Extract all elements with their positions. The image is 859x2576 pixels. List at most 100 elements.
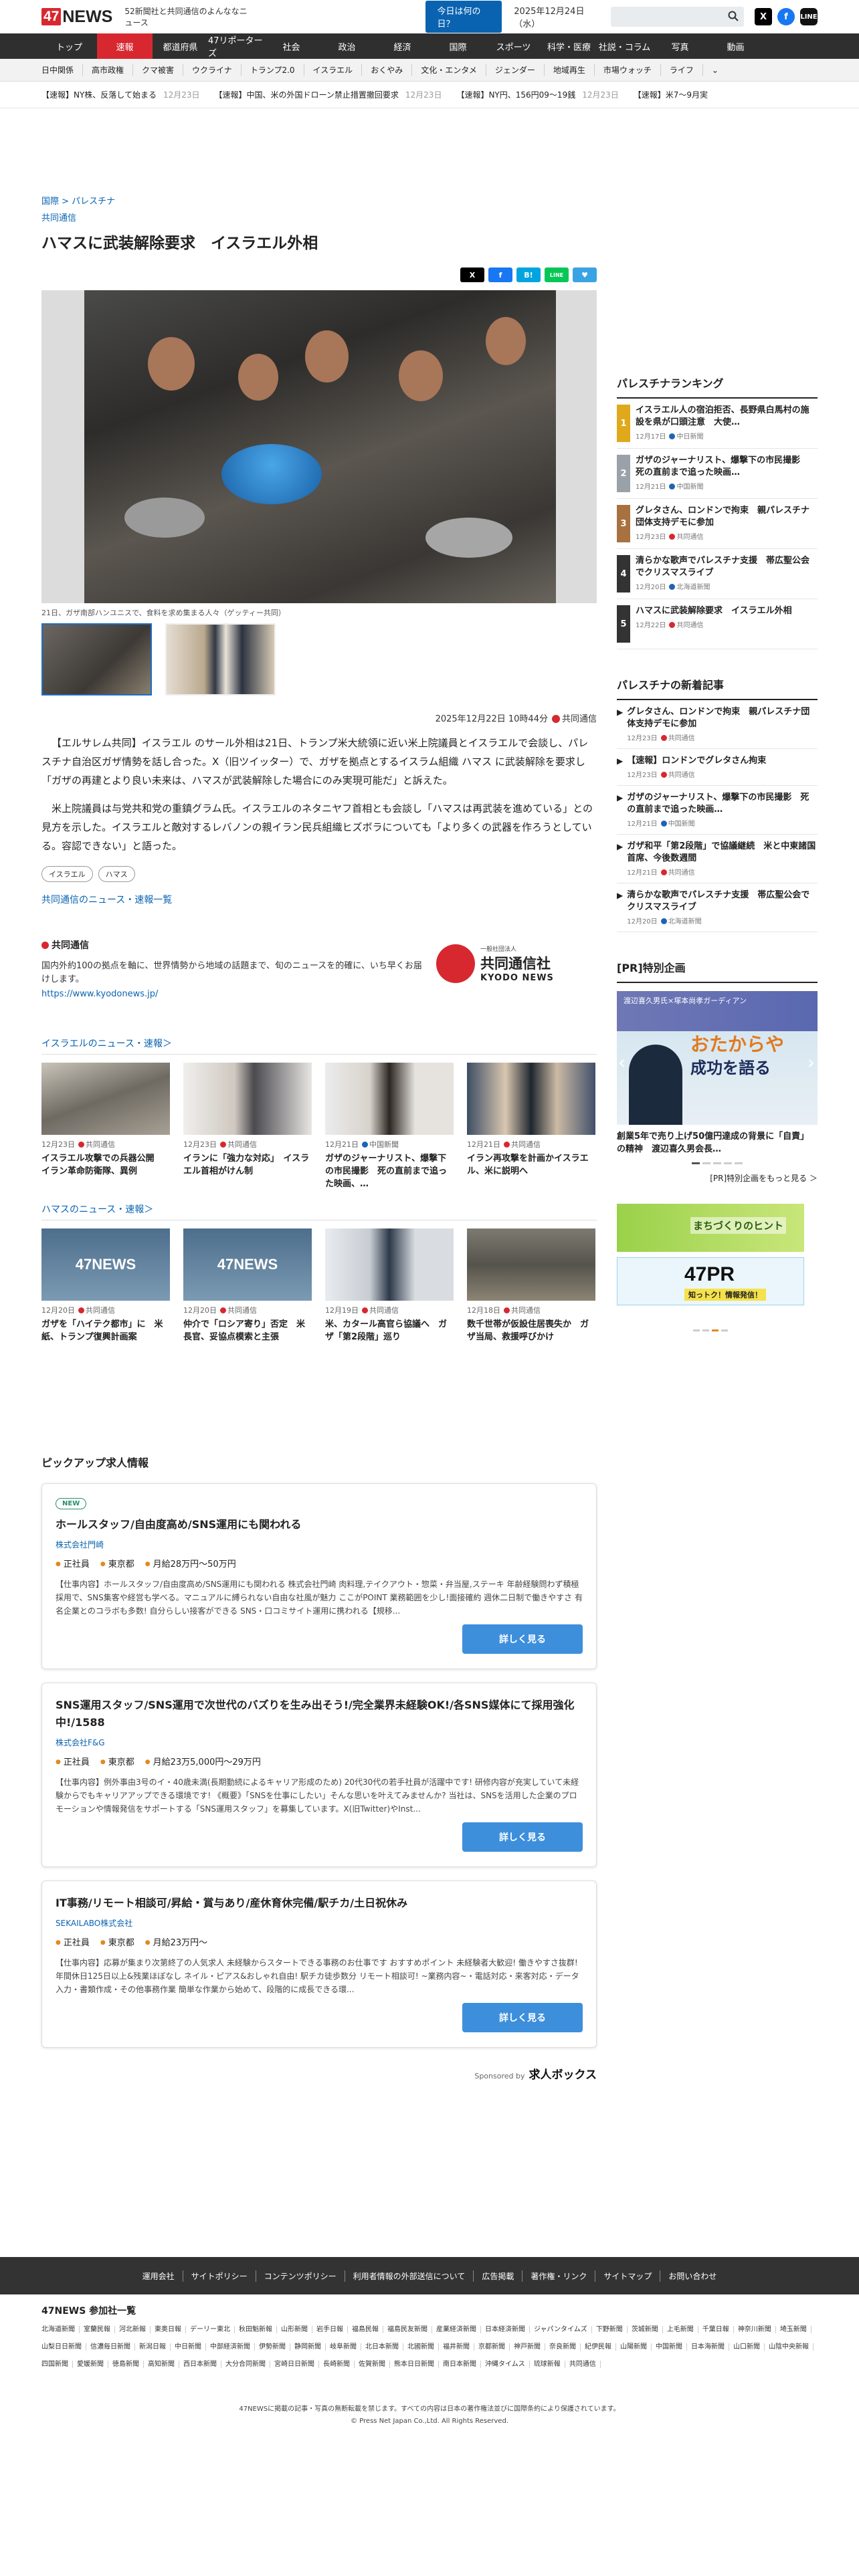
nav-item-politics[interactable]: 政治 [319, 33, 375, 59]
nav-item-photo[interactable]: 写真 [652, 33, 708, 59]
partner-link[interactable]: 埼玉新聞 [779, 2326, 812, 2333]
job-title[interactable]: SNS運用スタッフ/SNS運用で次世代のバズりを生み出そう!/完全業界未経験OK… [56, 1697, 583, 1731]
share-x-button[interactable]: X [460, 267, 484, 282]
nav-item-breaking[interactable]: 速報 [97, 33, 153, 59]
carousel-prev-icon[interactable]: ‹ [618, 1051, 626, 1073]
carousel-dot[interactable] [724, 1162, 732, 1164]
job-title[interactable]: ホールスタッフ/自由度高め/SNS運用にも関われる [56, 1516, 583, 1533]
thumbnail-1[interactable] [41, 623, 152, 695]
partner-link[interactable]: 神戸新聞 [514, 2343, 545, 2351]
partner-link[interactable]: 中国新聞 [656, 2343, 687, 2351]
job-detail-button[interactable]: 詳しく見る [462, 1822, 583, 1852]
today-button[interactable]: 今日は何の日？ [425, 1, 502, 33]
job-card[interactable]: IT事務/リモート相談可/昇給・賞与あり/産休育休完備/駅チカ/土日祝休み SE… [41, 1881, 597, 2048]
job-card[interactable]: NEW ホールスタッフ/自由度高め/SNS運用にも関われる 株式会社門崎 正社員… [41, 1483, 597, 1669]
partner-link[interactable]: 東奥日報 [155, 2326, 186, 2333]
nav-item-video[interactable]: 動画 [708, 33, 763, 59]
ranking-item[interactable]: 3 グレタさん、ロンドンで拘束 親パレスチナ団体支持デモに参加 12月23日 共同通… [617, 499, 818, 549]
partner-link[interactable]: 奈良新聞 [549, 2343, 581, 2351]
pr-carousel[interactable]: 渡辺喜久男氏×塚本尚孝ガーディアン おたからや 成功を語る ‹ › [617, 991, 818, 1125]
partner-link[interactable]: 南日本新聞 [443, 2361, 481, 2368]
partner-link[interactable]: 上毛新聞 [666, 2326, 698, 2333]
news-card[interactable]: 12月21日 中国新聞 ガザのジャーナリスト、爆撃下の市民撮影 死の直前まで追った… [325, 1063, 454, 1190]
topic-item[interactable]: ウクライナ [183, 64, 242, 76]
job-detail-button[interactable]: 詳しく見る [462, 2003, 583, 2032]
partner-link[interactable]: 高知新聞 [148, 2361, 179, 2368]
partner-link[interactable]: 琉球新報 [533, 2361, 565, 2368]
carousel-dot[interactable] [721, 1329, 728, 1331]
partner-link[interactable]: 福井新聞 [443, 2343, 474, 2351]
topic-item[interactable]: イスラエル [304, 64, 363, 76]
partner-link[interactable]: 山口新聞 [733, 2343, 765, 2351]
job-company[interactable]: 株式会社門崎 [56, 1539, 583, 1550]
nav-item-prefectures[interactable]: 都道府県 [153, 33, 208, 59]
partner-link[interactable]: 岩手日報 [316, 2326, 348, 2333]
nav-item-editorial[interactable]: 社説・コラム [597, 33, 652, 59]
topic-item[interactable]: ジェンダー [486, 64, 545, 76]
carousel-dot[interactable] [702, 1162, 710, 1164]
partner-link[interactable]: 信濃毎日新聞 [90, 2343, 135, 2351]
partner-link[interactable]: 山梨日日新聞 [41, 2343, 86, 2351]
partner-link[interactable]: 愛媛新聞 [77, 2361, 108, 2368]
footer-link[interactable]: サイトマップ [595, 2270, 660, 2282]
news-card[interactable]: 12月19日 共同通信 米、カタール高官ら協議へ ガザ「第2段階」巡り [325, 1228, 454, 1356]
news-card[interactable]: 47 NEWS 12月20日 共同通信 ガザを「ハイテク都市」に 米紙、トランプ復興… [41, 1228, 170, 1356]
partner-link[interactable]: 山陽新聞 [620, 2343, 652, 2351]
breadcrumb[interactable]: 国際 > パレスチナ [41, 194, 597, 207]
pr-article-title[interactable]: 創業5年で売り上げ50億円達成の背景に「自責」の精神 渡辺喜久男会長… [617, 1130, 818, 1156]
ranking-item[interactable]: 1 イスラエル人の宿泊拒否、長野県白馬村の施設を県が口頭注意 大使… 12月17日… [617, 399, 818, 449]
footer-link[interactable]: コンテンツポリシー [255, 2270, 345, 2282]
pr-more-link[interactable]: [PR]特別企画をもっと見る ＞ [617, 1172, 818, 1184]
partner-link[interactable]: 長崎新聞 [323, 2361, 355, 2368]
provider-url[interactable]: https://www.kyodonews.jp/ [41, 989, 423, 999]
job-detail-button[interactable]: 詳しく見る [462, 1624, 583, 1654]
latest-item[interactable]: ▶ グレタさん、ロンドンで拘束 親パレスチナ団体支持デモに参加 12月23日 共同通… [617, 700, 818, 749]
thumbnail-2[interactable] [165, 623, 276, 695]
ticker-item[interactable]: 【速報】中国、米の外国ドローン禁止措置撤回要求 12月23日 [215, 89, 442, 100]
chevron-down-icon[interactable]: ⌄ [703, 66, 727, 75]
news-card[interactable]: 47 NEWS 12月20日 共同通信 仲介で「ロシア寄り」否定 米長官、妥協点模索… [183, 1228, 312, 1356]
partner-link[interactable]: 岐阜新聞 [330, 2343, 361, 2351]
ticker-item[interactable]: 【速報】NY円、156円09〜19銭 12月23日 [456, 89, 618, 100]
carousel-next-icon[interactable]: › [807, 1051, 815, 1073]
topic-item[interactable]: 日中関係 [41, 64, 84, 76]
partner-link[interactable]: 宮崎日日新聞 [274, 2361, 319, 2368]
footer-link[interactable]: 利用者情報の外部送信について [344, 2270, 474, 2282]
topic-item[interactable]: ライフ [661, 64, 703, 76]
footer-link[interactable]: サイトポリシー [182, 2270, 256, 2282]
partner-link[interactable]: 産業経済新聞 [436, 2326, 481, 2333]
partner-link[interactable]: 日本経済新聞 [485, 2326, 530, 2333]
ticker-item[interactable]: 【速報】米7〜9月実 [634, 89, 714, 100]
ad-banner-machizukuri[interactable]: まちづくりのヒント [617, 1204, 804, 1252]
search-input[interactable] [611, 7, 744, 27]
x-icon[interactable]: X [755, 8, 772, 25]
partner-link[interactable]: 共同通信 [569, 2361, 601, 2368]
job-company[interactable]: 株式会社F&G [56, 1737, 583, 1748]
partner-link[interactable]: 紀伊民報 [585, 2343, 616, 2351]
partner-link[interactable]: 下野新聞 [595, 2326, 628, 2333]
partner-link[interactable]: 北海道新聞 [41, 2326, 80, 2333]
latest-item[interactable]: ▶ ガザ和平「第2段階」で協議継続 米と中東諸国首席、今後数週間 12月21日 共同… [617, 835, 818, 883]
news-card[interactable]: 12月18日 共同通信 数千世帯が仮設住居喪失か ガザ当局、救援呼びかけ [467, 1228, 595, 1356]
ad-banner-47pr[interactable]: 47PR 知っトク！情報発信！ [617, 1257, 804, 1305]
partner-link[interactable]: 北國新聞 [407, 2343, 439, 2351]
topic-item[interactable]: 市場ウォッチ [595, 64, 661, 76]
partner-link[interactable]: 茨城新聞 [631, 2326, 663, 2333]
partner-link[interactable]: 伊勢新聞 [259, 2343, 290, 2351]
line-icon[interactable]: LINE [800, 8, 818, 25]
partner-link[interactable]: 京都新聞 [478, 2343, 510, 2351]
carousel-dot[interactable] [702, 1329, 709, 1331]
partner-link[interactable]: 新潟日報 [139, 2343, 171, 2351]
topic-item[interactable]: おくやみ [362, 64, 413, 76]
partner-link[interactable]: 四国新聞 [41, 2361, 73, 2368]
hamas-news-heading[interactable]: ハマスのニュース・速報＞ [41, 1202, 597, 1220]
search-icon[interactable] [728, 11, 739, 24]
site-logo[interactable]: 47 NEWS [41, 7, 112, 27]
footer-link[interactable]: お問い合わせ [660, 2270, 725, 2282]
tag-hamas[interactable]: ハマス [98, 866, 135, 882]
partner-link[interactable]: 河北新報 [119, 2326, 151, 2333]
ranking-item[interactable]: 2 ガザのジャーナリスト、爆撃下の市民撮影 死の直前まで追った映画… 12月21日… [617, 449, 818, 499]
partner-link[interactable]: 佐賀新聞 [359, 2361, 390, 2368]
nav-item-economy[interactable]: 経済 [375, 33, 430, 59]
partner-link[interactable]: 日本海新聞 [691, 2343, 729, 2351]
